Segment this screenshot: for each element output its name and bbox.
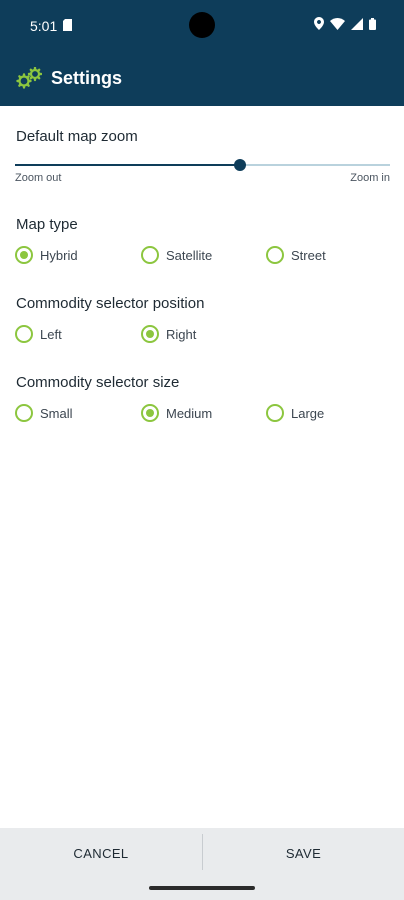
selector-size-section-title: Commodity selector size bbox=[16, 374, 180, 391]
radio-button-icon[interactable] bbox=[266, 404, 284, 422]
selector-size-option-medium[interactable]: Medium bbox=[141, 401, 212, 425]
zoom-slider[interactable] bbox=[15, 155, 390, 175]
zoom-slider-track-active bbox=[15, 164, 240, 166]
location-icon bbox=[314, 17, 324, 30]
map-type-option-street[interactable]: Street bbox=[266, 243, 326, 267]
radio-label: Large bbox=[291, 405, 325, 421]
save-button[interactable]: SAVE bbox=[203, 828, 404, 878]
radio-button-icon[interactable] bbox=[141, 246, 159, 264]
zoom-slider-track-inactive bbox=[240, 164, 390, 166]
radio-button-icon[interactable] bbox=[266, 246, 284, 264]
page-title: Settings bbox=[51, 68, 123, 88]
gears-icon bbox=[16, 67, 42, 89]
status-bar: 5:01 bbox=[0, 0, 404, 52]
zoom-min-label: Zoom out bbox=[15, 172, 62, 184]
radio-label: Left bbox=[40, 326, 62, 342]
wifi-icon bbox=[330, 17, 345, 30]
selector-position-section-title: Commodity selector position bbox=[16, 295, 205, 312]
bottom-action-bar: CANCEL SAVE bbox=[0, 828, 404, 900]
zoom-max-label: Zoom in bbox=[350, 172, 390, 184]
cancel-button[interactable]: CANCEL bbox=[0, 828, 202, 878]
camera-cutout bbox=[189, 12, 215, 38]
radio-label: Small bbox=[40, 405, 73, 421]
selector-position-option-left[interactable]: Left bbox=[15, 322, 62, 346]
selector-position-option-right[interactable]: Right bbox=[141, 322, 196, 346]
sd-card-icon bbox=[63, 19, 72, 31]
zoom-slider-thumb[interactable] bbox=[234, 159, 246, 171]
radio-label: Medium bbox=[166, 405, 213, 421]
map-type-radio-group: Hybrid Satellite Street bbox=[0, 243, 404, 267]
selector-size-radio-group: Small Medium Large bbox=[0, 401, 404, 425]
radio-button-icon[interactable] bbox=[15, 325, 33, 343]
map-type-option-satellite[interactable]: Satellite bbox=[141, 243, 212, 267]
home-indicator[interactable] bbox=[149, 886, 255, 890]
radio-label: Street bbox=[291, 247, 326, 263]
selector-position-radio-group: Left Right bbox=[0, 322, 404, 346]
selector-size-option-small[interactable]: Small bbox=[15, 401, 73, 425]
signal-icon bbox=[351, 17, 363, 30]
radio-button-icon[interactable] bbox=[15, 404, 33, 422]
app-bar: Settings bbox=[0, 52, 404, 106]
radio-label: Satellite bbox=[166, 247, 213, 263]
zoom-section-title: Default map zoom bbox=[16, 128, 138, 145]
radio-label: Right bbox=[166, 326, 197, 342]
map-type-section-title: Map type bbox=[16, 216, 78, 233]
radio-button-icon[interactable] bbox=[141, 325, 159, 343]
radio-button-icon[interactable] bbox=[141, 404, 159, 422]
selector-size-option-large[interactable]: Large bbox=[266, 401, 324, 425]
radio-button-icon[interactable] bbox=[15, 246, 33, 264]
battery-icon bbox=[369, 17, 376, 30]
status-icons bbox=[314, 17, 376, 30]
status-time: 5:01 bbox=[30, 18, 58, 34]
radio-label: Hybrid bbox=[40, 247, 78, 263]
map-type-option-hybrid[interactable]: Hybrid bbox=[15, 243, 78, 267]
